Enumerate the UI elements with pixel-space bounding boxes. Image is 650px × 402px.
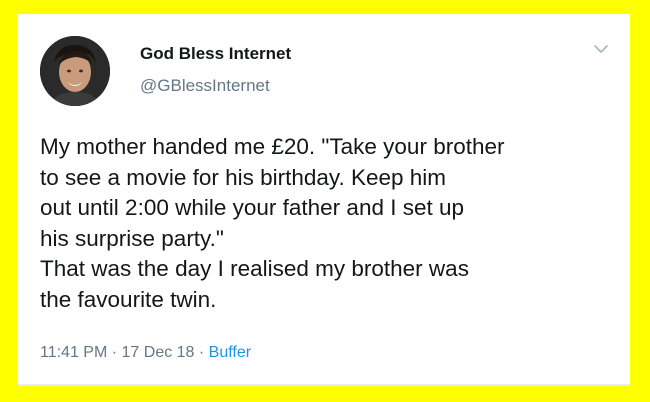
meta-separator: ·	[194, 344, 209, 361]
chevron-down-icon[interactable]	[592, 40, 610, 58]
avatar-image	[40, 36, 110, 106]
tweet-text: My mother handed me £20. "Take your brot…	[40, 134, 505, 312]
tweet-time[interactable]: 11:41 PM	[40, 344, 107, 361]
user-handle[interactable]: @GBlessInternet	[140, 76, 270, 96]
display-name[interactable]: God Bless Internet	[140, 44, 291, 64]
tweet-meta: 11:41 PM · 17 Dec 18 · Buffer	[40, 344, 251, 362]
meta-separator: ·	[107, 344, 122, 361]
tweet-date[interactable]: 17 Dec 18	[122, 344, 195, 361]
avatar[interactable]	[40, 36, 110, 106]
tweet-card: God Bless Internet @GBlessInternet My mo…	[18, 14, 630, 386]
tweet-source-link[interactable]: Buffer	[209, 344, 251, 361]
